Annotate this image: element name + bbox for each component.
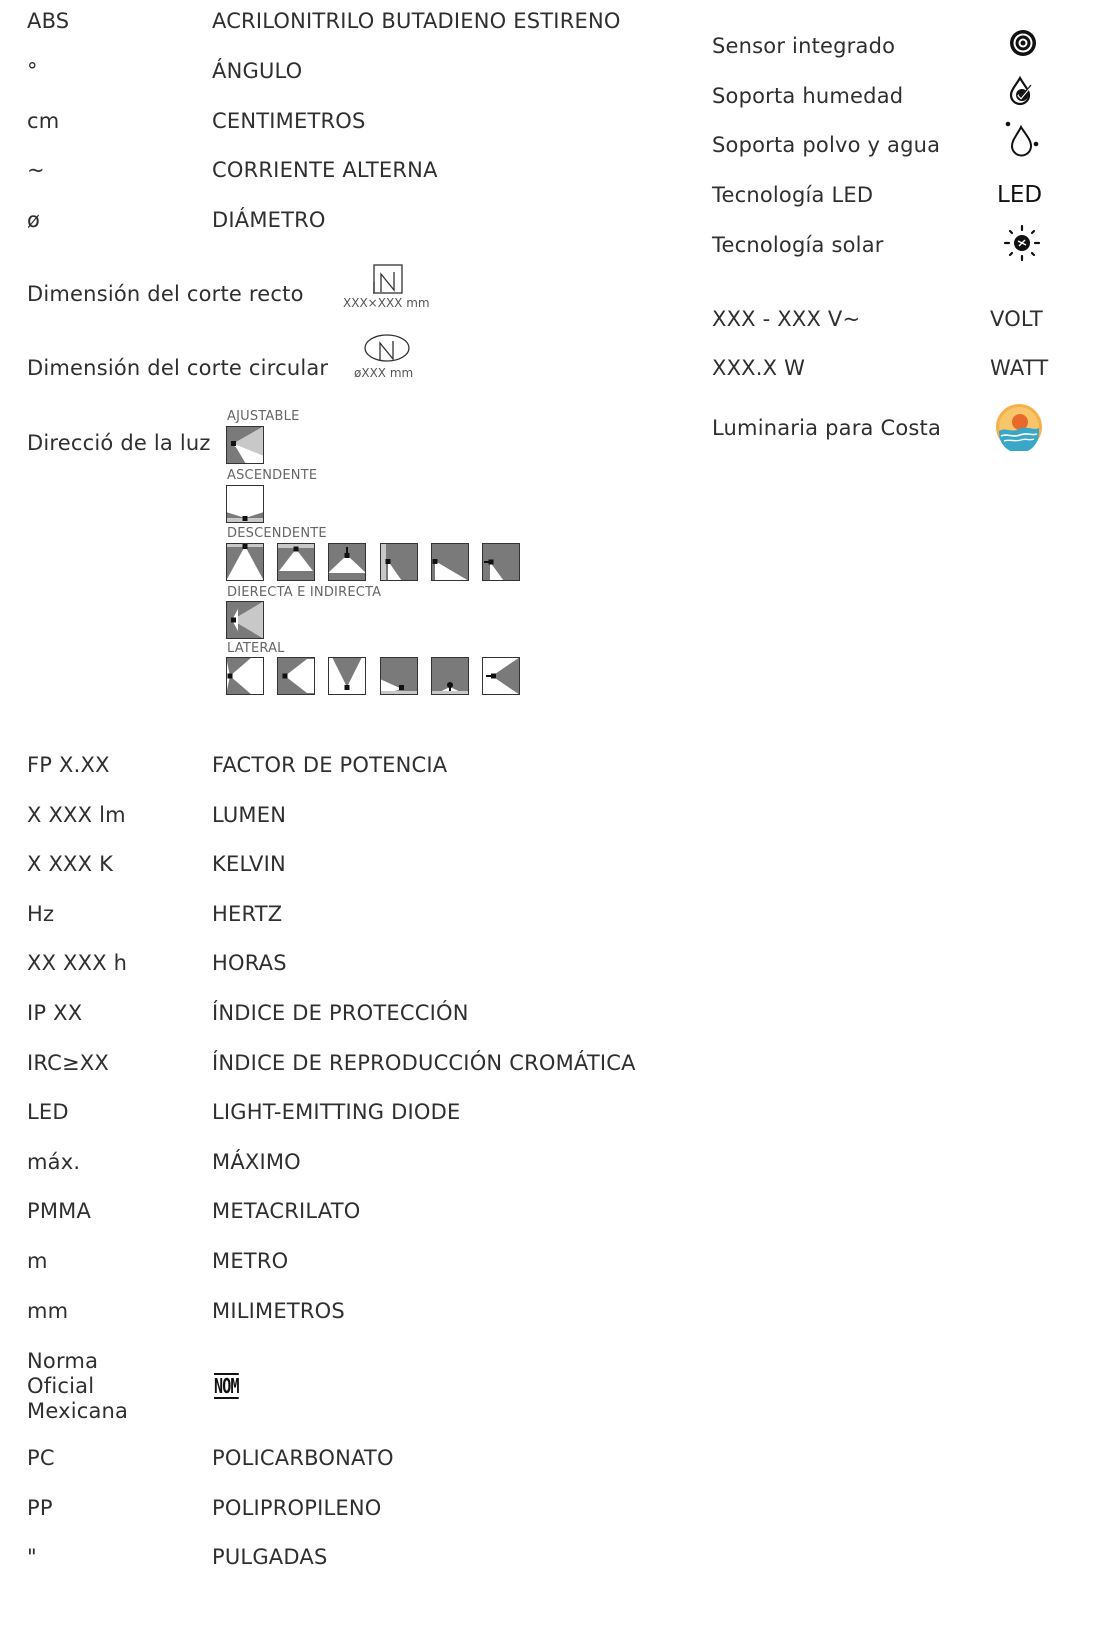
abbr-term: PMMA xyxy=(27,1199,92,1224)
nom-abbr: Norma Oficial Mexicana xyxy=(27,1349,147,1424)
descending-direction-icon xyxy=(328,543,366,581)
meaning-ac: CORRIENTE ALTERNA xyxy=(212,158,438,182)
feature-dust-water-label: Soporta polvo y agua xyxy=(712,133,941,157)
abbr-meaning: ÍNDICE DE PROTECCIÓN xyxy=(212,1001,469,1025)
power-meaning: WATT xyxy=(990,356,1049,380)
lateral-direction-icon xyxy=(226,657,264,695)
abbr-cm: cm xyxy=(27,109,60,133)
abbr-meaning: METRO xyxy=(212,1249,289,1273)
descending-direction-icon xyxy=(226,543,264,581)
abbr-meaning: MÁXIMO xyxy=(212,1149,301,1174)
lateral-direction-icon xyxy=(380,657,418,695)
abbr-meaning: ÍNDICE DE REPRODUCCIÓN CROMÁTICA xyxy=(212,1050,636,1075)
abbr-meaning: MILIMETROS xyxy=(212,1298,345,1323)
abbr-meaning: KELVIN xyxy=(212,852,286,877)
nom-line-2: Oficial xyxy=(27,1374,95,1398)
descending-direction-icon xyxy=(277,543,315,581)
ascending-direction-icon xyxy=(226,485,264,523)
adjustable-direction-icon xyxy=(226,426,264,464)
abbr-term: mm xyxy=(27,1298,69,1323)
abbr-term: máx. xyxy=(27,1149,81,1174)
cut-circular-size: øXXX mm xyxy=(354,366,414,380)
abbr-meaning: PULGADAS xyxy=(212,1545,328,1569)
power-label: XXX.X W xyxy=(712,356,806,380)
cut-straight-label: Dimensión del corte recto xyxy=(27,282,304,306)
abbr-term: IRC≥XX xyxy=(27,1050,109,1075)
direct-indirect-direction-icon xyxy=(226,601,264,639)
group-direct-indirect-label: DIERECTA E INDIRECTA xyxy=(227,585,382,600)
group-adjustable-label: AJUSTABLE xyxy=(227,409,300,424)
circular-cut-icon xyxy=(364,334,410,362)
humidity-icon xyxy=(1009,75,1032,106)
abbr-term: PP xyxy=(27,1495,53,1520)
abbr-meaning: FACTOR DE POTENCIA xyxy=(212,753,448,777)
lateral-direction-icon xyxy=(482,657,520,695)
voltage-label: XXX - XXX V~ xyxy=(712,307,861,331)
group-descending-label: DESCENDENTE xyxy=(227,526,327,541)
abbr-term: " xyxy=(27,1545,37,1569)
solar-icon xyxy=(1003,224,1041,262)
voltage-meaning: VOLT xyxy=(990,307,1043,331)
abbr-ac: ~ xyxy=(27,158,45,182)
feature-sensor-label: Sensor integrado xyxy=(712,34,896,58)
dust-water-icon xyxy=(1005,121,1039,157)
abbr-meaning: HORAS xyxy=(212,951,287,976)
coast-label: Luminaria para Costa xyxy=(712,416,942,440)
abbr-meaning: METACRILATO xyxy=(212,1199,361,1224)
nom-logo: NOM xyxy=(214,1373,240,1399)
descending-direction-icon xyxy=(380,543,418,581)
meaning-cm: CENTIMETROS xyxy=(212,109,366,133)
abbr-meaning: LUMEN xyxy=(212,802,287,827)
abbr-abs: ABS xyxy=(27,9,70,33)
abbr-term: LED xyxy=(27,1100,69,1125)
cut-straight-size: XXX×XXX mm xyxy=(343,296,430,310)
abbr-angle: ° xyxy=(27,59,38,83)
abbr-term: FP X.XX xyxy=(27,753,110,777)
abbr-meaning: POLICARBONATO xyxy=(212,1446,394,1470)
abbr-term: X XXX lm xyxy=(27,802,126,827)
abbr-term: XX XXX h xyxy=(27,951,128,976)
led-icon: LED xyxy=(997,182,1043,208)
light-direction-label: Direcció de la luz xyxy=(27,431,211,455)
cut-circular-label: Dimensión del corte circular xyxy=(27,356,329,380)
descending-direction-icon xyxy=(482,543,520,581)
feature-solar-label: Tecnología solar xyxy=(712,233,884,257)
straight-cut-icon xyxy=(373,264,403,294)
abbr-term: IP XX xyxy=(27,1001,83,1025)
sensor-icon xyxy=(1010,30,1036,56)
feature-led-label: Tecnología LED xyxy=(712,183,874,207)
group-ascending-label: ASCENDENTE xyxy=(227,468,318,483)
group-lateral-label: LATERAL xyxy=(227,641,285,656)
abbr-term: X XXX K xyxy=(27,852,114,877)
feature-humidity-label: Soporta humedad xyxy=(712,84,904,108)
descending-direction-icon xyxy=(431,543,469,581)
nom-line-1: Norma xyxy=(27,1349,99,1373)
meaning-angle: ÁNGULO xyxy=(212,59,303,83)
lateral-direction-icon xyxy=(431,657,469,695)
nom-line-3: Mexicana xyxy=(27,1399,129,1423)
meaning-abs: ACRILONITRILO BUTADIENO ESTIRENO xyxy=(212,9,621,33)
abbr-diameter: ø xyxy=(27,208,41,232)
lateral-direction-icon xyxy=(328,657,366,695)
abbr-term: PC xyxy=(27,1446,55,1470)
abbr-term: m xyxy=(27,1249,48,1273)
abbr-meaning: POLIPROPILENO xyxy=(212,1495,382,1520)
abbr-meaning: HERTZ xyxy=(212,901,283,926)
coast-icon xyxy=(996,404,1042,451)
meaning-diameter: DIÁMETRO xyxy=(212,208,326,232)
abbr-meaning: LIGHT-EMITTING DIODE xyxy=(212,1100,461,1125)
lateral-direction-icon xyxy=(277,657,315,695)
abbr-term: Hz xyxy=(27,901,55,926)
